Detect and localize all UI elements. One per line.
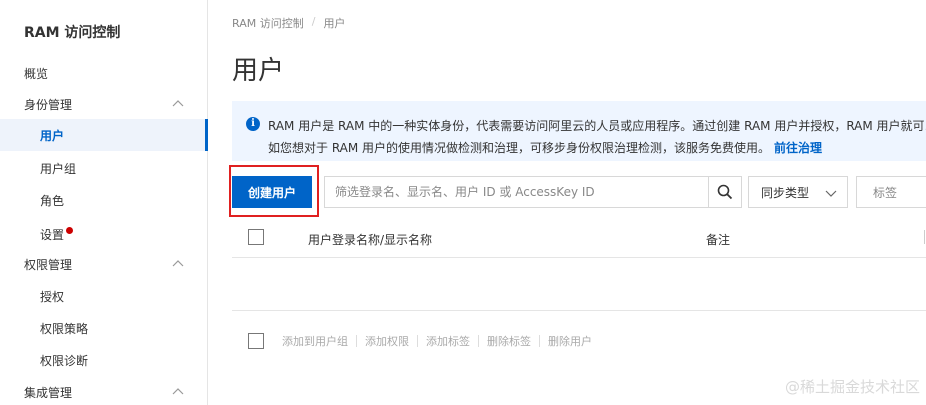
sidebar-item-label: 用户 [40,128,65,143]
chevron-down-icon [825,190,837,197]
sidebar-item-label: 权限诊断 [40,353,89,368]
info-banner: i RAM 用户是 RAM 中的一种实体身份，代表需要访问阿里云的人员或应用程序… [232,101,926,161]
sidebar-item-label: 角色 [40,193,65,208]
sidebar-item-settings[interactable]: 设置 [0,218,208,250]
search-button[interactable] [708,176,742,208]
select-all-checkbox[interactable] [248,229,264,245]
add-to-group-button[interactable]: 添加到用户组 [282,333,348,349]
chevron-up-icon [172,388,184,395]
breadcrumb-current: 用户 [323,17,346,30]
batch-actions: 添加到用户组 添加权限 添加标签 删除标签 删除用户 [282,333,592,349]
delete-user-button[interactable]: 删除用户 [548,333,592,349]
sidebar-item-label: 集成管理 [24,385,73,400]
chevron-up-icon [172,100,184,107]
tag-filter-label: 标签 [873,185,898,200]
sidebar-group-integration[interactable]: 集成管理 [0,376,208,405]
sidebar-group-identity[interactable]: 身份管理 [0,88,208,120]
watermark: @稀土掘金技术社区 [784,378,920,396]
column-header-remark: 备注 [706,233,731,247]
remove-tag-button[interactable]: 删除标签 [487,333,531,349]
main-content: RAM 访问控制 / 用户 用户 i RAM 用户是 RAM 中的一种实体身份，… [208,0,926,405]
sidebar-title: RAM 访问控制 [24,25,121,41]
sync-type-label: 同步类型 [761,185,810,200]
sidebar-item-policies[interactable]: 权限策略 [0,312,208,344]
sidebar-item-label: 用户组 [40,161,77,176]
notification-dot-icon [66,226,74,234]
breadcrumb: RAM 访问控制 / 用户 [232,15,345,31]
info-text: 如您想对于 RAM 用户的使用情况做检测和治理，可移步身份权限治理检测，该服务免… [268,141,771,155]
sidebar: RAM 访问控制 概览 身份管理 用户 用户组 角色 设置 权限管理 授权 权限… [0,0,208,405]
sidebar-item-grants[interactable]: 授权 [0,280,208,312]
divider [478,335,479,347]
sidebar-item-label: 权限管理 [24,257,73,272]
breadcrumb-root[interactable]: RAM 访问控制 [232,15,304,31]
sidebar-item-label: 概览 [24,66,49,81]
sidebar-group-permissions[interactable]: 权限管理 [0,248,208,280]
add-tag-button[interactable]: 添加标签 [426,333,470,349]
create-user-button[interactable]: 创建用户 [232,176,312,208]
sidebar-item-label: 授权 [40,289,65,304]
column-divider [924,230,925,244]
sidebar-item-users[interactable]: 用户 [0,119,208,151]
sidebar-item-label: 权限策略 [40,321,89,336]
breadcrumb-separator: / [311,15,316,28]
table-header: 用户登录名称/显示名称 备注 [232,218,926,258]
info-text-line1: RAM 用户是 RAM 中的一种实体身份，代表需要访问阿里云的人员或应用程序。通… [268,119,926,133]
divider [417,335,418,347]
info-icon: i [246,117,260,131]
page-title: 用户 [232,56,285,86]
sidebar-item-user-groups[interactable]: 用户组 [0,152,208,184]
divider [539,335,540,347]
footer-select-all-checkbox[interactable] [248,333,264,349]
info-text-line2: 如您想对于 RAM 用户的使用情况做检测和治理，可移步身份权限治理检测，该服务免… [268,139,822,156]
column-header-username: 用户登录名称/显示名称 [308,233,433,247]
table-footer: 添加到用户组 添加权限 添加标签 删除标签 删除用户 [232,310,926,370]
divider [356,335,357,347]
tag-filter-select[interactable]: 标签 [856,176,926,208]
sidebar-item-label: 身份管理 [24,97,73,112]
search-icon [717,184,733,200]
governance-link[interactable]: 前往治理 [774,141,822,155]
chevron-up-icon [172,260,184,267]
search-input[interactable] [324,176,708,208]
sidebar-item-diagnostics[interactable]: 权限诊断 [0,344,208,376]
sync-type-select[interactable]: 同步类型 [748,176,848,208]
sidebar-item-label: 设置 [40,227,65,242]
add-permission-button[interactable]: 添加权限 [365,333,409,349]
sidebar-item-roles[interactable]: 角色 [0,184,208,216]
sidebar-item-overview[interactable]: 概览 [0,57,208,89]
